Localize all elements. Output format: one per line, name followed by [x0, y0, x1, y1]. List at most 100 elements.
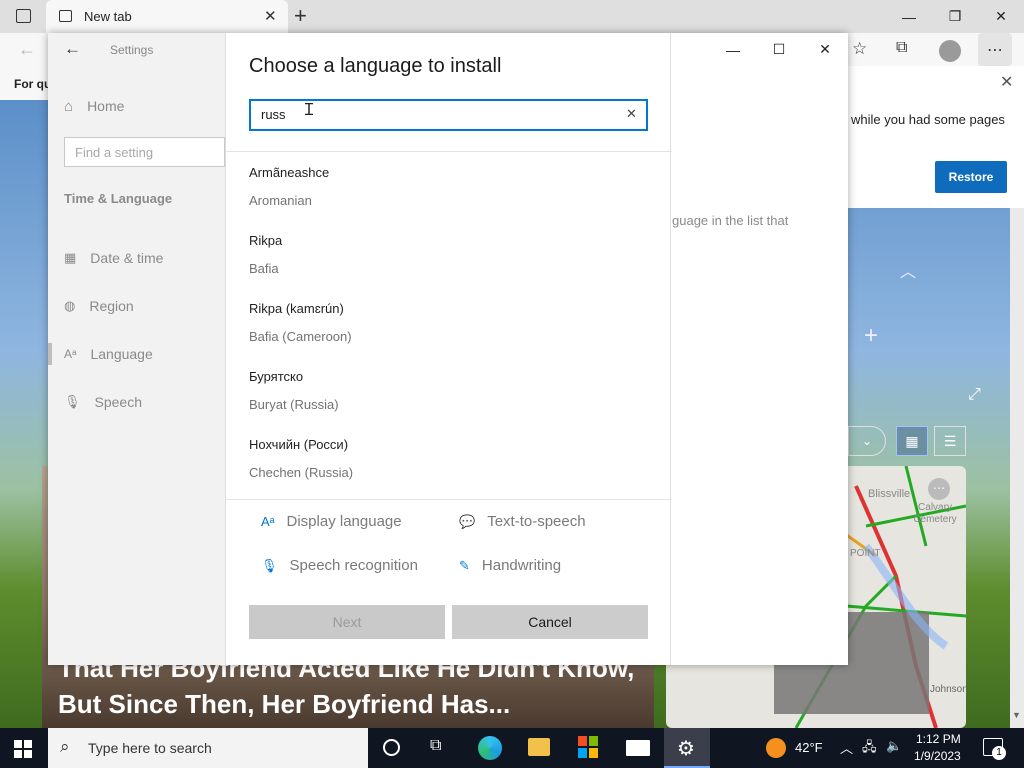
- back-icon[interactable]: ←: [18, 39, 36, 60]
- home-icon: ⌂: [64, 97, 74, 115]
- add-tile-plus-icon[interactable]: +: [864, 322, 878, 350]
- settings-taskbar-button[interactable]: ⚙: [664, 728, 710, 768]
- settings-window: ← Settings ⌂ Home Find a setting Time & …: [48, 33, 848, 665]
- language-item[interactable]: Rikpa Bafia: [249, 231, 649, 291]
- tab-title: New tab: [84, 9, 132, 24]
- collections-icon[interactable]: ⧉: [896, 39, 907, 57]
- temperature[interactable]: 42°F: [795, 740, 823, 755]
- language-icon: Aᵃ: [261, 514, 275, 529]
- nav-label: Language: [90, 346, 153, 362]
- volume-muted-icon[interactable]: 🔈: [886, 738, 902, 754]
- language-native-name: Rikpa (kamɛrún): [249, 301, 344, 316]
- find-setting-placeholder: Find a setting: [75, 145, 154, 160]
- settings-maximize-icon[interactable]: ☐: [756, 33, 802, 66]
- network-icon[interactable]: 🖧: [862, 738, 877, 760]
- nav-home-label: Home: [87, 98, 125, 114]
- card-more-icon[interactable]: ⋯: [928, 478, 950, 500]
- speech-bubble-icon: 💬: [459, 513, 476, 529]
- restore-button[interactable]: Restore: [935, 161, 1007, 193]
- cortana-icon[interactable]: [383, 739, 400, 756]
- nav-region[interactable]: ◍ Region: [64, 294, 134, 318]
- divider: [226, 499, 672, 500]
- dialog-title: Choose a language to install: [249, 55, 502, 77]
- map-label: Johnson: [930, 684, 966, 695]
- choose-language-dialog: Choose a language to install russ ✕ Armã…: [225, 33, 672, 665]
- language-native-name: Armãneashce: [249, 165, 330, 180]
- tab-new-tab[interactable]: New tab ✕: [46, 0, 288, 33]
- browser-restore-icon[interactable]: ❐: [932, 0, 978, 33]
- language-native-name: Бурятско: [249, 369, 304, 384]
- section-heading: Time & Language: [64, 191, 173, 206]
- favorites-icon[interactable]: ☆: [852, 39, 867, 59]
- nav-date-time[interactable]: ▦ Date & time: [64, 246, 163, 270]
- feature-label: Speech recognition: [289, 557, 418, 574]
- map-label: POINT: [850, 548, 881, 559]
- settings-back-icon[interactable]: ←: [64, 39, 81, 59]
- close-icon[interactable]: ✕: [1000, 72, 1013, 92]
- layout-dropdown-icon[interactable]: ⌄: [848, 426, 886, 456]
- settings-sidebar: ← Settings ⌂ Home Find a setting Time & …: [48, 33, 225, 665]
- settings-minimize-icon[interactable]: —: [710, 33, 756, 66]
- language-native-name: Rikpa: [249, 233, 283, 248]
- restore-message: while you had some pages: [851, 112, 1005, 127]
- language-english-name: Bafia (Cameroon): [249, 329, 352, 344]
- new-tab-favicon-icon: [59, 10, 72, 22]
- list-view-icon[interactable]: ☰: [934, 426, 966, 456]
- nav-language[interactable]: Aᵃ Language: [64, 342, 153, 366]
- windows-start-icon[interactable]: [14, 740, 32, 758]
- tab-actions-icon[interactable]: [16, 9, 31, 23]
- clock-date[interactable]: 1/9/2023: [914, 749, 961, 763]
- close-tab-icon[interactable]: ✕: [264, 7, 277, 25]
- find-setting-input[interactable]: Find a setting: [64, 137, 225, 167]
- nav-speech[interactable]: 🎙 Speech: [64, 390, 142, 414]
- new-tab-plus-icon[interactable]: +: [294, 3, 307, 29]
- collapse-chevron-icon[interactable]: ︿: [900, 258, 916, 282]
- feature-speech-recognition: 🎙 Speech recognition: [261, 557, 418, 574]
- clock-time[interactable]: 1:12 PM: [916, 732, 961, 746]
- language-item[interactable]: Бурятско Buryat (Russia): [249, 367, 649, 427]
- weather-sun-icon[interactable]: [766, 738, 786, 758]
- grid-view-icon[interactable]: ▦: [896, 426, 928, 456]
- tray-chevron-icon[interactable]: ︿: [840, 738, 853, 757]
- map-label: Calvary Cemetery: [913, 502, 957, 525]
- language-item[interactable]: Armãneashce Aromanian: [249, 163, 649, 223]
- partial-description: guage in the list that: [672, 213, 789, 228]
- language-item[interactable]: Нохчийн (Росси) Chechen (Russia): [249, 435, 649, 495]
- text-cursor-icon: Ｉ: [301, 102, 318, 119]
- task-view-icon[interactable]: ⧉: [430, 737, 441, 755]
- next-button[interactable]: Next: [249, 605, 445, 639]
- microphone-icon: 🎙: [64, 394, 81, 409]
- language-english-name: Chechen (Russia): [249, 465, 354, 480]
- favbar-text[interactable]: For qu: [14, 77, 51, 91]
- cancel-button[interactable]: Cancel: [452, 605, 648, 639]
- nav-label: Region: [89, 298, 134, 314]
- language-english-name: Aromanian: [249, 193, 312, 208]
- file-explorer-icon[interactable]: [528, 738, 550, 756]
- expand-icon[interactable]: ⤢: [968, 386, 981, 404]
- calendar-clock-icon: ▦: [64, 250, 77, 265]
- more-menu-icon[interactable]: ⋯: [978, 33, 1012, 66]
- language-item[interactable]: Rikpa (kamɛrún) Bafia (Cameroon): [249, 299, 649, 359]
- mail-icon[interactable]: [626, 740, 650, 756]
- taskbar: ⌕ Type here to search ⧉ ⚙ 42°F ︿ 🖧 🔈 1:1…: [0, 728, 1024, 768]
- feature-text-to-speech: 💬 Text-to-speech: [459, 513, 586, 530]
- feature-handwriting: ✎ Handwriting: [459, 557, 561, 574]
- clear-search-icon[interactable]: ✕: [626, 106, 637, 122]
- edge-browser-icon[interactable]: [478, 736, 502, 760]
- profile-avatar-icon[interactable]: [939, 40, 961, 62]
- pen-icon: ✎: [459, 557, 470, 573]
- nav-home[interactable]: ⌂ Home: [64, 94, 124, 118]
- scroll-down-arrow-icon[interactable]: ▼: [1012, 710, 1021, 720]
- nav-selected-indicator: [48, 343, 52, 365]
- language-native-name: Нохчийн (Росси): [249, 437, 349, 452]
- language-icon: Aᵃ: [64, 347, 77, 361]
- divider: [226, 151, 672, 152]
- taskbar-search-box[interactable]: ⌕ Type here to search: [48, 728, 368, 768]
- browser-close-icon[interactable]: ✕: [978, 0, 1024, 33]
- notification-badge: 1: [992, 746, 1006, 760]
- microsoft-store-icon[interactable]: [578, 736, 598, 758]
- language-english-name: Buryat (Russia): [249, 397, 339, 412]
- feature-label: Text-to-speech: [487, 513, 586, 530]
- browser-minimize-icon[interactable]: —: [886, 0, 932, 33]
- settings-close-icon[interactable]: ✕: [802, 33, 848, 66]
